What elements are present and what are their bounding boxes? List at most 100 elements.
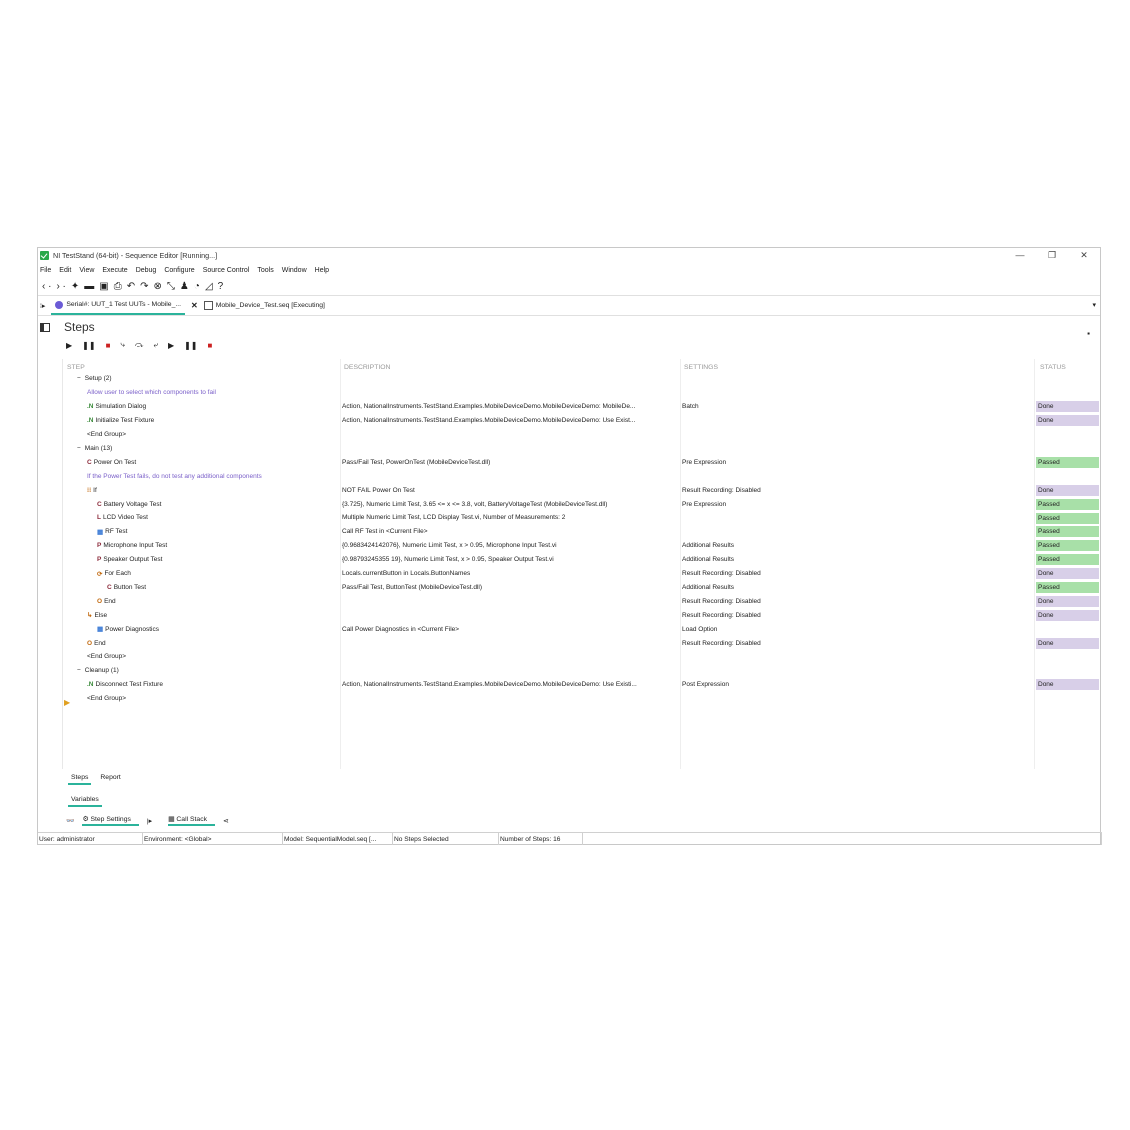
collapse-icon[interactable]: − — [77, 667, 81, 674]
menu-execute[interactable]: Execute — [102, 267, 127, 274]
status-spacer — [583, 833, 1102, 845]
step-into-icon[interactable]: ⤷ — [120, 340, 124, 350]
gauge-icon[interactable]: ◔ — [194, 281, 200, 292]
tree-icon[interactable]: ⁞▸ — [40, 302, 45, 310]
step-over-icon[interactable]: ⤼ — [135, 340, 144, 350]
step-row[interactable]: If the Power Test fails, do not test any… — [63, 469, 1099, 483]
tab-report[interactable]: Report — [97, 772, 123, 785]
sequence-file-icon — [203, 301, 213, 310]
run-icon[interactable]: ▶ — [66, 341, 72, 350]
tab-steps[interactable]: Steps — [68, 772, 92, 785]
column-header-description[interactable]: DESCRIPTION — [344, 364, 390, 371]
teststand-window: NI TestStand (64-bit) - Sequence Editor … — [37, 247, 1102, 845]
menu-window[interactable]: Window — [282, 267, 307, 274]
menu-help[interactable]: Help — [315, 267, 329, 274]
step-row[interactable]: .N Simulation Dialog Action, NationalInstr… — [63, 400, 1099, 414]
step-settings — [682, 650, 1034, 664]
step-row[interactable]: C Power On Test Pass/Fail Test, PowerOnTes… — [63, 455, 1099, 469]
minimize-button[interactable]: — — [1004, 250, 1036, 261]
step-settings — [682, 511, 1034, 525]
step-row[interactable]: O End Result Recording: Disabled Done — [63, 636, 1099, 650]
menu-view[interactable]: View — [79, 267, 94, 274]
restore-button[interactable]: ❐ — [1036, 250, 1068, 261]
step-row[interactable]: C Button Test Pass/Fail Test, ButtonTest (… — [63, 581, 1099, 595]
back-arrow-icon[interactable]: ‹ · — [42, 281, 51, 292]
close-button[interactable]: ✕ — [1068, 250, 1100, 261]
save-icon[interactable]: ▣ — [99, 281, 108, 292]
step-row[interactable]: − Setup (2) — [63, 372, 1099, 386]
output-icon[interactable]: |▸ — [147, 817, 152, 825]
tab-sequence-file[interactable]: Mobile_Device_Test.seq [Executing] — [198, 296, 329, 315]
status-environment: Environment: <Global> — [143, 833, 283, 845]
step-row[interactable]: C Battery Voltage Test {3.725}, Numeric Li… — [63, 497, 1099, 511]
step-out-icon[interactable]: ⤶ — [153, 340, 157, 350]
step-name-cell: C Battery Voltage Test — [67, 497, 337, 511]
step-settings: Batch — [682, 403, 699, 411]
step-row[interactable]: <End Group> — [63, 650, 1099, 664]
resume-icon[interactable]: ▶ — [168, 341, 174, 350]
step-row[interactable]: .N Initialize Test Fixture Action, Nationa… — [63, 414, 1099, 428]
menu-source-control[interactable]: Source Control — [203, 267, 250, 274]
status-step-count: Number of Steps: 16 — [499, 833, 583, 845]
step-row[interactable]: ▦ Power Diagnostics Call Power Diagnostics… — [63, 622, 1099, 636]
pin-icon[interactable]: ▪ — [1087, 329, 1090, 338]
watch-icon[interactable]: 👓 — [66, 817, 74, 825]
open-folder-icon[interactable]: ▬ — [84, 281, 94, 292]
menu-file[interactable]: File — [40, 267, 51, 274]
pause-icon[interactable]: ❚❚ — [82, 341, 95, 350]
undo-icon[interactable]: ↶ — [127, 281, 135, 292]
call-stack-tab[interactable]: ▦ Call Stack — [168, 815, 215, 826]
tab-variables[interactable]: Variables — [68, 794, 102, 807]
break-icon[interactable]: ❚❚ — [184, 341, 197, 350]
print-icon[interactable]: ⎙ — [114, 281, 122, 292]
step-row[interactable]: ▦ RF Test Call RF Test in <Current File> Pa… — [63, 525, 1099, 539]
step-row[interactable]: ↳ Else Result Recording: Disabled Done — [63, 608, 1099, 622]
menu-tools[interactable]: Tools — [257, 267, 273, 274]
step-row[interactable]: P Microphone Input Test {0.9683424142076},… — [63, 539, 1099, 553]
step-row[interactable]: − Cleanup (1) — [63, 664, 1099, 678]
step-row[interactable]: .N Disconnect Test Fixture Action, Nationa… — [63, 678, 1099, 692]
step-row[interactable]: Allow user to select which components to… — [63, 386, 1099, 400]
step-name: Power Diagnostics — [105, 625, 159, 633]
step-row[interactable]: O End Result Recording: Disabled Done — [63, 594, 1099, 608]
column-header-settings[interactable]: SETTINGS — [684, 364, 718, 371]
close-tab-icon[interactable]: ✕ — [191, 301, 198, 310]
menu-debug[interactable]: Debug — [136, 267, 157, 274]
chart-icon[interactable]: ◿ — [205, 281, 213, 292]
dock-toolbar: 👓 ⚙ Step Settings |▸ ▦ Call Stack ⋖ — [66, 815, 237, 826]
redo-icon[interactable]: ↷ — [140, 281, 148, 292]
step-row[interactable]: P Speaker Output Test {0.98793245355 19}, … — [63, 553, 1099, 567]
step-type-icon: .N — [87, 417, 94, 425]
step-description: {0.9683424142076}, Numeric Limit Test, x… — [342, 542, 557, 550]
terminate-icon[interactable]: ■ — [208, 341, 213, 350]
collapse-icon[interactable]: − — [77, 445, 81, 452]
step-name-cell: <End Group> — [67, 650, 337, 664]
collapse-icon[interactable]: − — [77, 375, 81, 382]
menu-edit[interactable]: Edit — [59, 267, 71, 274]
tabs-dropdown-icon[interactable]: ▾ — [1092, 301, 1096, 309]
user-icon[interactable]: ♟ — [180, 281, 189, 292]
step-type-icon: O — [87, 639, 93, 647]
step-settings-tab[interactable]: ⚙ Step Settings — [82, 815, 139, 826]
column-header-step[interactable]: STEP — [67, 364, 85, 371]
panel-toggle-icon[interactable] — [40, 322, 50, 332]
step-type-icon: L — [97, 514, 101, 522]
step-row[interactable]: <End Group> — [63, 428, 1099, 442]
globe-icon[interactable]: ⊗ — [154, 281, 162, 292]
step-comment: Allow user to select which components to… — [87, 389, 216, 397]
stop-icon[interactable]: ■ — [106, 341, 111, 350]
tab-execution[interactable]: Serial#: UUT_1 Test UUTs - Mobile_... — [51, 296, 186, 315]
column-header-status[interactable]: STATUS — [1040, 364, 1066, 371]
forward-arrow-icon[interactable]: › · — [56, 281, 65, 292]
step-icon[interactable]: ⤡ — [167, 281, 175, 292]
step-type-icon: O — [97, 597, 103, 605]
step-row[interactable]: ⁝⁝ If NOT FAIL Power On Test Result Recordi… — [63, 483, 1099, 497]
new-icon[interactable]: ✦ — [71, 281, 79, 292]
step-row[interactable]: <End Group> — [63, 692, 1099, 706]
step-row[interactable]: ⟳ For Each Locals.currentButton in Locals.… — [63, 567, 1099, 581]
step-row[interactable]: L LCD Video Test Multiple Numeric Limit Te… — [63, 511, 1099, 525]
step-row[interactable]: − Main (13) — [63, 442, 1099, 456]
help-icon[interactable]: ? — [218, 281, 224, 292]
menu-configure[interactable]: Configure — [164, 267, 194, 274]
share-icon[interactable]: ⋖ — [223, 817, 229, 825]
